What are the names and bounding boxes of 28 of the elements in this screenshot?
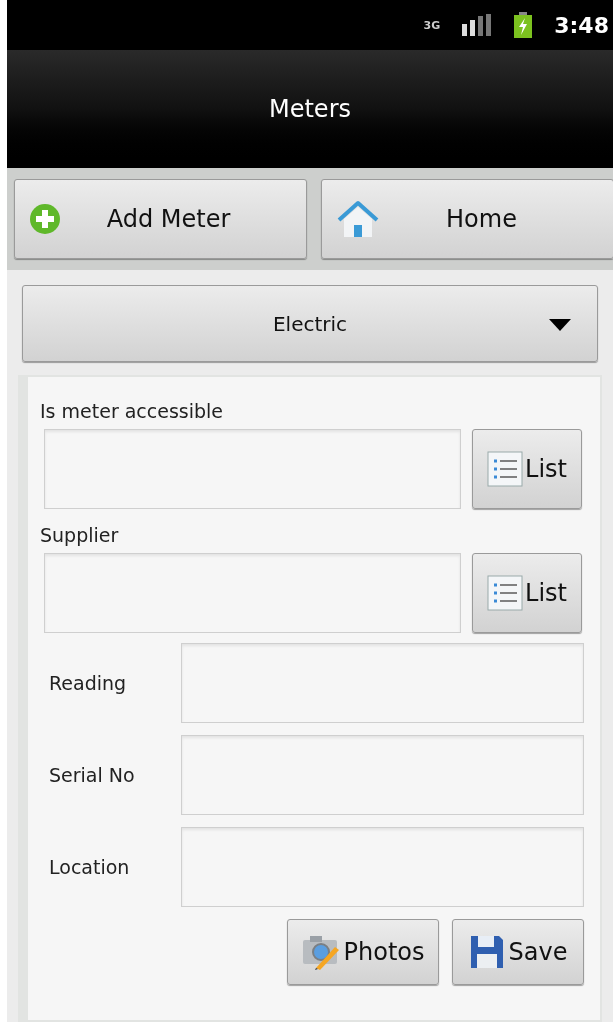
- field-label: Serial No: [48, 762, 136, 788]
- list-button[interactable]: List: [472, 553, 582, 633]
- input-field[interactable]: [44, 553, 461, 633]
- plus-icon: [29, 203, 61, 235]
- list-button[interactable]: List: [472, 429, 582, 509]
- input-field[interactable]: [181, 735, 584, 815]
- input-field[interactable]: [44, 429, 461, 509]
- signal-icon: [462, 14, 493, 36]
- field-label: Supplier: [40, 523, 120, 547]
- save-button[interactable]: Save: [452, 919, 584, 985]
- field-label: Is meter accessible: [40, 399, 225, 423]
- camera-pencil-icon: [301, 934, 340, 970]
- battery-charging-icon: [514, 12, 533, 38]
- meter-type-dropdown[interactable]: Electric: [22, 285, 598, 362]
- house-icon: [336, 199, 380, 239]
- home-button[interactable]: Home: [321, 179, 613, 259]
- photos-button[interactable]: Photos: [287, 919, 439, 985]
- list-icon: [487, 451, 523, 487]
- input-field[interactable]: [181, 827, 584, 907]
- network-type: 3G: [423, 19, 441, 31]
- add-button[interactable]: Add Meter: [14, 179, 307, 259]
- screen-title: Meters: [269, 94, 351, 125]
- field-label: Location: [48, 854, 131, 880]
- dropdown-arrow-icon: [549, 319, 571, 331]
- input-field[interactable]: [181, 643, 584, 723]
- clock-time: 3:48: [554, 11, 609, 40]
- list-icon: [487, 575, 523, 611]
- field-label: Reading: [48, 670, 128, 696]
